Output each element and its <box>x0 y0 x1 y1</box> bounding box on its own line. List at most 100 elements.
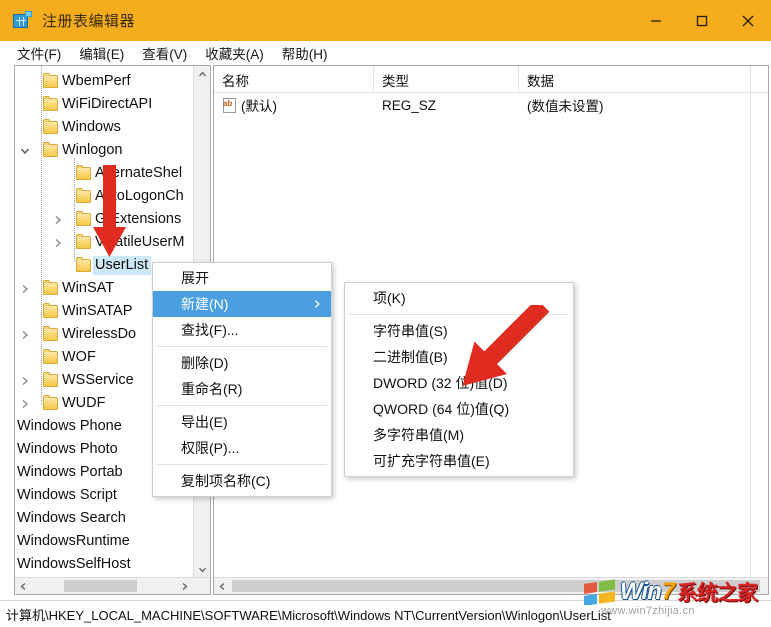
list-column-divider <box>750 66 751 578</box>
tree-connector-dot <box>33 369 41 392</box>
title-bar: 注册表编辑器 <box>0 0 771 41</box>
tree-item-windowsselfhost[interactable]: WindowsSelfHost <box>15 553 134 576</box>
tree-item-label: Windows Portab <box>17 464 123 480</box>
folder-icon <box>41 93 60 116</box>
tree-item-wifidirectapi[interactable]: WiFiDirectAPI <box>17 93 155 116</box>
folder-icon <box>41 300 60 323</box>
folder-icon <box>41 139 60 162</box>
context-menu-item-rename[interactable]: 重命名(R) <box>153 376 331 402</box>
folder-icon <box>41 116 60 139</box>
scroll-up-arrow-icon[interactable] <box>194 66 210 83</box>
chevron-right-icon[interactable] <box>17 392 33 415</box>
folder-icon <box>74 162 93 185</box>
tree-item-wof[interactable]: WOF <box>17 346 99 369</box>
tree-item-windows[interactable]: Windows <box>17 116 124 139</box>
chevron-right-icon[interactable] <box>50 231 66 254</box>
context-menu-separator <box>157 464 327 465</box>
tree-horizontal-scroll-thumb[interactable] <box>64 580 137 592</box>
tree-item-winsatap[interactable]: WinSATAP <box>17 300 135 323</box>
context-menu-item-new[interactable]: 新建(N) <box>153 291 331 317</box>
menu-help[interactable]: 帮助(H) <box>273 41 337 65</box>
context-menu-item-copy-key-name[interactable]: 复制项名称(C) <box>153 468 331 494</box>
folder-icon <box>41 323 60 346</box>
registry-path: 计算机\HKEY_LOCAL_MACHINE\SOFTWARE\Microsof… <box>6 607 611 623</box>
column-header-data[interactable]: 数据 <box>519 66 753 93</box>
context-menu-item-export[interactable]: 导出(E) <box>153 409 331 435</box>
minimize-button[interactable] <box>633 0 679 41</box>
ab-string-icon: ab <box>222 97 238 113</box>
tree-item-label: Winlogon <box>62 142 123 158</box>
menu-view[interactable]: 查看(V) <box>133 41 196 65</box>
tree-item-windows-phone[interactable]: Windows Phone <box>15 415 125 438</box>
folder-icon <box>41 346 60 369</box>
scroll-down-arrow-icon[interactable] <box>194 561 210 578</box>
tree-item-label: WbemPerf <box>62 73 131 89</box>
tree-item-label: WinSAT <box>62 280 115 296</box>
column-header-type[interactable]: 类型 <box>374 66 519 93</box>
list-horizontal-scroll-thumb[interactable] <box>232 580 760 592</box>
chevron-right-icon[interactable] <box>50 208 66 231</box>
tree-connector-dot <box>33 116 41 139</box>
tree-item-wirelessdo[interactable]: WirelessDo <box>17 323 139 346</box>
tree-item-label: WUDF <box>62 395 106 411</box>
tree-item-windows-script[interactable]: Windows Script <box>15 484 120 507</box>
tree-item-label: WinSATAP <box>62 303 133 319</box>
submenu-item-multi-string[interactable]: 多字符串值(M) <box>345 422 573 448</box>
context-menu-item-delete[interactable]: 删除(D) <box>153 350 331 376</box>
chevron-right-icon[interactable] <box>17 277 33 300</box>
submenu-item-expandable-string[interactable]: 可扩充字符串值(E) <box>345 448 573 474</box>
context-menu[interactable]: 展开 新建(N) 查找(F)... 删除(D) 重命名(R) 导出(E) 权限(… <box>152 262 332 497</box>
list-scroll-left-arrow-icon[interactable] <box>214 578 231 594</box>
tree-connector-dot <box>66 231 74 254</box>
tree-item-label: Windows Script <box>17 487 117 503</box>
menu-favorites[interactable]: 收藏夹(A) <box>196 41 273 65</box>
table-row[interactable]: ab (默认) REG_SZ (数值未设置) <box>214 93 768 117</box>
chevron-right-icon[interactable] <box>17 369 33 392</box>
tree-item-wbemperf[interactable]: WbemPerf <box>17 70 134 93</box>
folder-icon <box>74 254 93 277</box>
context-menu-item-expand[interactable]: 展开 <box>153 265 331 291</box>
chevron-right-icon[interactable] <box>17 323 33 346</box>
chevron-down-icon[interactable] <box>17 139 33 162</box>
value-name-cell[interactable]: ab (默认) <box>214 95 374 115</box>
value-data-cell: (数值未设置) <box>527 99 604 114</box>
menu-edit[interactable]: 编辑(E) <box>70 41 133 65</box>
tree-item-windows-photo[interactable]: Windows Photo <box>15 438 121 461</box>
tree-item-label: WOF <box>62 349 96 365</box>
window-controls <box>633 0 771 41</box>
context-menu-item-permissions[interactable]: 权限(P)... <box>153 435 331 461</box>
column-header-name[interactable]: 名称 <box>214 66 374 93</box>
tree-item-label: WirelessDo <box>62 326 137 342</box>
tree-item-label: WindowsSelfHost <box>17 556 131 572</box>
tree-connector-dot <box>33 70 41 93</box>
menu-file[interactable]: 文件(F) <box>8 41 70 65</box>
scroll-left-arrow-icon[interactable] <box>15 578 32 594</box>
tree-item-label: Windows Phone <box>17 418 122 434</box>
close-button[interactable] <box>725 0 771 41</box>
tree-item-windows-portab[interactable]: Windows Portab <box>15 461 126 484</box>
window-title: 注册表编辑器 <box>42 13 136 30</box>
maximize-button[interactable] <box>679 0 725 41</box>
folder-icon <box>74 185 93 208</box>
context-menu-item-find[interactable]: 查找(F)... <box>153 317 331 343</box>
tree-connector-dot <box>33 346 41 369</box>
tree-item-winsat[interactable]: WinSAT <box>17 277 117 300</box>
tree-item-windows-search[interactable]: Windows Search <box>15 507 129 530</box>
tree-item-winlogon[interactable]: Winlogon <box>17 139 125 162</box>
scroll-right-arrow-icon[interactable] <box>176 578 193 594</box>
folder-icon <box>41 70 60 93</box>
value-name-text: (默认) <box>241 99 277 114</box>
tree-connector-dot <box>33 277 41 300</box>
tree-horizontal-scrollbar[interactable] <box>15 577 210 594</box>
tree-item-wudf[interactable]: WUDF <box>17 392 109 415</box>
tree-item-wsservice[interactable]: WSService <box>17 369 137 392</box>
tree-connector-dot <box>66 254 74 277</box>
list-horizontal-scrollbar[interactable] <box>214 577 768 594</box>
registry-editor-window: 注册表编辑器 文件(F) 编辑(E) 查看(V) 收藏夹(A) 帮助(H) Wb… <box>0 0 771 627</box>
tree-item-windowsruntime[interactable]: WindowsRuntime <box>15 530 133 553</box>
tree-connector-dot <box>66 185 74 208</box>
